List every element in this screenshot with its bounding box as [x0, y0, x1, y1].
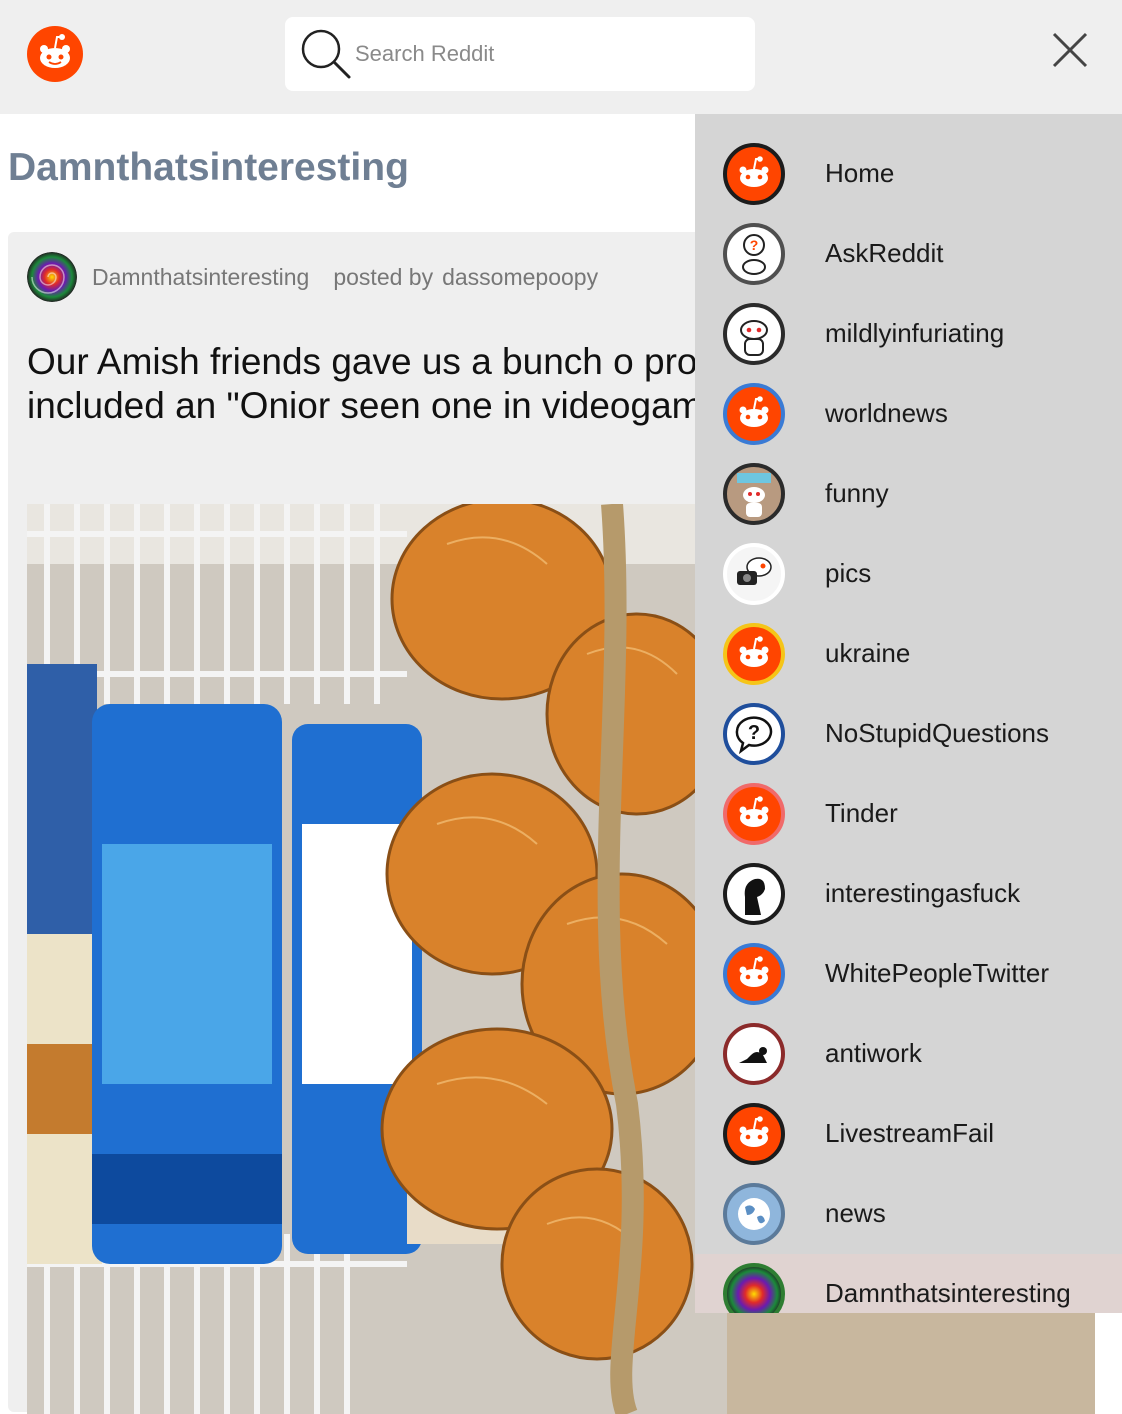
drawer-item-label: funny	[825, 478, 889, 508]
drawer-item-damnthatsinteresting[interactable]: Damnthatsinteresting	[695, 1254, 1122, 1313]
drawer-item-label: Tinder	[825, 798, 898, 828]
drawer-item-label: news	[825, 1198, 886, 1228]
drawer-item-news[interactable]: news	[695, 1174, 1122, 1254]
reddit-logo-icon[interactable]	[27, 26, 83, 82]
search-bar[interactable]	[285, 17, 755, 91]
drawer-item-label: interestingasfuck	[825, 878, 1021, 908]
drawer-item-livestreamfail[interactable]: LivestreamFail	[695, 1094, 1122, 1174]
subreddit-drawer: Home ? AskReddit mildlyinfuriating world…	[695, 114, 1122, 1313]
drawer-item-label: LivestreamFail	[825, 1118, 995, 1148]
post-subreddit-link[interactable]: Damnthatsinteresting	[92, 264, 309, 291]
drawer-item-nostupidquestions[interactable]: ? NoStupidQuestions	[695, 694, 1122, 774]
reddit-snoo-icon	[723, 143, 785, 205]
drawer-item-home[interactable]: Home	[695, 134, 1122, 214]
search-icon	[301, 29, 351, 79]
askreddit-icon: ?	[723, 223, 785, 285]
pics-icon	[723, 543, 785, 605]
drawer-item-funny[interactable]: funny	[695, 454, 1122, 534]
drawer-item-label: worldnews	[825, 398, 948, 428]
drawer-item-pics[interactable]: pics	[695, 534, 1122, 614]
close-icon[interactable]	[1046, 26, 1094, 74]
drawer-item-label: AskReddit	[825, 238, 944, 268]
drawer-item-label: WhitePeopleTwitter	[825, 958, 1049, 988]
drawer-item-label: pics	[825, 558, 872, 588]
mildlyinfuriating-icon	[723, 303, 785, 365]
drawer-item-worldnews[interactable]: worldnews	[695, 374, 1122, 454]
reddit-snoo-icon	[723, 1103, 785, 1165]
reddit-snoo-icon	[723, 383, 785, 445]
subreddit-title: Damnthatsinteresting	[8, 146, 409, 189]
drawer-item-label: mildlyinfuriating	[825, 318, 1005, 348]
drawer-item-label: ukraine	[825, 638, 911, 668]
svg-text:?: ?	[748, 722, 760, 744]
drawer-item-ukraine[interactable]: ukraine	[695, 614, 1122, 694]
swirl-icon	[27, 252, 77, 302]
thinker-icon	[723, 863, 785, 925]
top-bar	[0, 0, 1122, 114]
reddit-snoo-icon	[723, 783, 785, 845]
svg-text:?: ?	[750, 237, 759, 253]
drawer-item-label: NoStupidQuestions	[825, 718, 1050, 748]
post-meta: Damnthatsinteresting posted by dassomepo…	[27, 252, 598, 302]
drawer-item-interestingasfuck[interactable]: interestingasfuck	[695, 854, 1122, 934]
reddit-snoo-icon	[723, 943, 785, 1005]
drawer-item-whitepeopletwitter[interactable]: WhitePeopleTwitter	[695, 934, 1122, 1014]
globe-icon	[723, 1183, 785, 1245]
drawer-item-label: Damnthatsinteresting	[825, 1278, 1071, 1308]
question-bubble-icon: ?	[723, 703, 785, 765]
funny-icon	[723, 463, 785, 525]
drawer-item-label: antiwork	[825, 1038, 922, 1068]
post-author-link[interactable]: dassomepoopy	[442, 264, 598, 291]
posted-by-label: posted by	[333, 263, 434, 290]
swirl-icon	[723, 1263, 785, 1313]
antiwork-icon	[723, 1023, 785, 1085]
reddit-snoo-icon	[723, 623, 785, 685]
subreddit-avatar[interactable]	[27, 252, 77, 302]
search-input[interactable]	[355, 35, 735, 73]
drawer-item-antiwork[interactable]: antiwork	[695, 1014, 1122, 1094]
drawer-item-mildlyinfuriating[interactable]: mildlyinfuriating	[695, 294, 1122, 374]
drawer-item-label: Home	[825, 158, 895, 188]
drawer-item-tinder[interactable]: Tinder	[695, 774, 1122, 854]
drawer-item-askreddit[interactable]: ? AskReddit	[695, 214, 1122, 294]
